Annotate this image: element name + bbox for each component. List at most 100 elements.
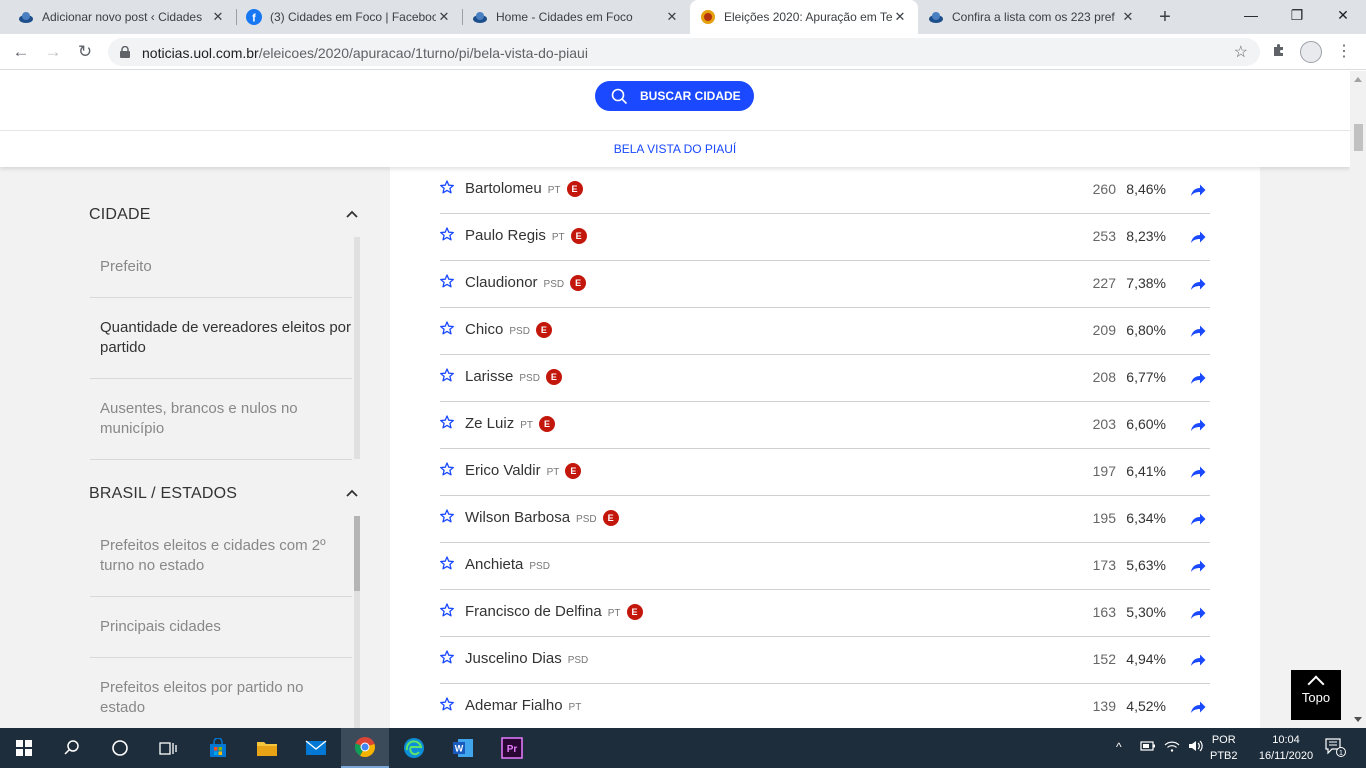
- candidate-name-text: Claudionor: [465, 274, 538, 291]
- browser-tab[interactable]: Adicionar novo post ‹ Cidades ✕: [8, 0, 236, 34]
- search-icon[interactable]: [48, 728, 96, 768]
- sidebar-divider: [90, 297, 352, 298]
- sidebar-item-prefeitos-eleitos[interactable]: Prefeitos eleitos e cidades com 2º turno…: [90, 536, 352, 576]
- window-close-button[interactable]: ✕: [1320, 0, 1366, 30]
- candidate-votes: 173: [1092, 557, 1116, 573]
- favorite-star-icon[interactable]: [440, 556, 454, 570]
- back-to-top-button[interactable]: Topo: [1291, 670, 1341, 720]
- close-icon[interactable]: ✕: [436, 9, 452, 25]
- candidate-name-text: Wilson Barbosa: [465, 509, 571, 526]
- page-scrollbar[interactable]: [1350, 71, 1366, 728]
- task-view-icon[interactable]: [144, 728, 192, 768]
- windows-start-icon[interactable]: [0, 728, 48, 768]
- wifi-icon[interactable]: [1164, 740, 1180, 755]
- city-title[interactable]: BELA VISTA DO PIAUÍ: [0, 142, 1350, 156]
- tray-expand-icon[interactable]: ^: [1116, 740, 1122, 754]
- store-icon[interactable]: [194, 728, 242, 768]
- search-city-button[interactable]: BUSCAR CIDADE: [595, 81, 754, 111]
- sidebar-item-ausentes[interactable]: Ausentes, brancos e nulos no município: [90, 399, 352, 439]
- share-icon[interactable]: [1190, 324, 1206, 338]
- forward-button[interactable]: →: [42, 41, 64, 63]
- sidebar-item-principais-cidades[interactable]: Principais cidades: [90, 617, 352, 637]
- bookmark-star-icon[interactable]: ☆: [1234, 42, 1248, 62]
- share-icon[interactable]: [1190, 465, 1206, 479]
- new-tab-button[interactable]: +: [1154, 6, 1176, 28]
- close-icon[interactable]: ✕: [210, 9, 226, 25]
- share-icon[interactable]: [1190, 606, 1206, 620]
- candidate-percent: 4,52%: [1126, 698, 1166, 714]
- favorite-star-icon[interactable]: [440, 180, 454, 194]
- candidate-votes: 195: [1092, 510, 1116, 526]
- browser-tab-active[interactable]: Eleições 2020: Apuração em Te ✕: [690, 0, 918, 34]
- share-icon[interactable]: [1190, 512, 1206, 526]
- scrollbar-thumb[interactable]: [1354, 124, 1363, 151]
- mail-icon[interactable]: [292, 728, 340, 768]
- candidate-row: Erico Valdir PT E 197 6,41%: [440, 449, 1210, 496]
- favorite-star-icon[interactable]: [440, 509, 454, 523]
- favorite-star-icon[interactable]: [440, 227, 454, 241]
- share-icon[interactable]: [1190, 277, 1206, 291]
- share-icon[interactable]: [1190, 559, 1206, 573]
- browser-tab[interactable]: Home - Cidades em Foco ✕: [462, 0, 690, 34]
- svg-text:Pr: Pr: [507, 744, 518, 755]
- word-icon[interactable]: W: [439, 728, 487, 768]
- browser-tab[interactable]: Confira a lista com os 223 pref ✕: [918, 0, 1146, 34]
- candidate-percent: 8,23%: [1126, 228, 1166, 244]
- sidebar-item-prefeitos-partido[interactable]: Prefeitos eleitos por partido no estado: [90, 678, 352, 718]
- input-language[interactable]: POR PTB2: [1210, 732, 1238, 764]
- share-icon[interactable]: [1190, 371, 1206, 385]
- favorite-star-icon[interactable]: [440, 274, 454, 288]
- premiere-icon[interactable]: Pr: [488, 728, 536, 768]
- share-icon[interactable]: [1190, 183, 1206, 197]
- candidate-name: Larisse PSD E: [465, 368, 562, 385]
- close-icon[interactable]: ✕: [1120, 9, 1136, 25]
- cortana-icon[interactable]: [96, 728, 144, 768]
- chevron-up-icon[interactable]: [346, 486, 358, 500]
- battery-icon[interactable]: [1140, 740, 1156, 755]
- minimize-button[interactable]: —: [1228, 0, 1274, 30]
- browser-menu-icon[interactable]: ⋮: [1336, 41, 1352, 63]
- reload-button[interactable]: ↻: [74, 41, 96, 63]
- sidebar-item-vereadores-partido[interactable]: Quantidade de vereadores eleitos por par…: [90, 318, 352, 358]
- candidate-row: Bartolomeu PT E 260 8,46%: [440, 167, 1210, 214]
- favorite-star-icon[interactable]: [440, 368, 454, 382]
- candidate-percent: 5,63%: [1126, 557, 1166, 573]
- chrome-icon[interactable]: [341, 728, 389, 768]
- sidebar-section-title[interactable]: CIDADE: [89, 206, 151, 224]
- chevron-up-icon[interactable]: [346, 207, 358, 221]
- candidate-name-text: Chico: [465, 321, 504, 338]
- scroll-down-arrow[interactable]: [1354, 717, 1362, 722]
- share-icon[interactable]: [1190, 230, 1206, 244]
- share-icon[interactable]: [1190, 700, 1206, 714]
- share-icon[interactable]: [1190, 418, 1206, 432]
- system-clock[interactable]: 10:04 16/11/2020: [1256, 732, 1316, 764]
- candidate-name: Wilson Barbosa PSD E: [465, 509, 619, 526]
- favorite-star-icon[interactable]: [440, 321, 454, 335]
- elected-badge: E: [535, 322, 552, 338]
- edge-icon[interactable]: [390, 728, 438, 768]
- sidebar-scroll-thumb[interactable]: [354, 516, 360, 591]
- favorite-star-icon[interactable]: [440, 697, 454, 711]
- browser-tab[interactable]: f (3) Cidades em Foco | Faceboo ✕: [236, 0, 462, 34]
- profile-avatar[interactable]: [1300, 41, 1322, 63]
- candidate-votes: 197: [1092, 463, 1116, 479]
- notification-center-icon[interactable]: 1: [1324, 737, 1346, 760]
- sidebar-section-title[interactable]: BRASIL / ESTADOS: [89, 485, 237, 503]
- favorite-star-icon[interactable]: [440, 462, 454, 476]
- scroll-up-arrow[interactable]: [1354, 77, 1362, 82]
- sidebar-item-prefeito[interactable]: Prefeito: [90, 257, 352, 277]
- maximize-button[interactable]: ❐: [1274, 0, 1320, 30]
- candidate-party: PSD: [567, 655, 589, 666]
- close-icon[interactable]: ✕: [664, 9, 680, 25]
- file-explorer-icon[interactable]: [243, 728, 291, 768]
- extensions-puzzle-icon[interactable]: [1271, 42, 1287, 62]
- back-button[interactable]: ←: [10, 41, 32, 63]
- favorite-star-icon[interactable]: [440, 415, 454, 429]
- volume-icon[interactable]: [1188, 740, 1204, 755]
- favorite-star-icon[interactable]: [440, 603, 454, 617]
- share-icon[interactable]: [1190, 653, 1206, 667]
- browser-toolbar: ← → ↻ noticias.uol.com.br/eleicoes/2020/…: [0, 34, 1366, 70]
- close-icon[interactable]: ✕: [892, 9, 908, 25]
- favorite-star-icon[interactable]: [440, 650, 454, 664]
- address-bar[interactable]: noticias.uol.com.br/eleicoes/2020/apurac…: [108, 38, 1260, 66]
